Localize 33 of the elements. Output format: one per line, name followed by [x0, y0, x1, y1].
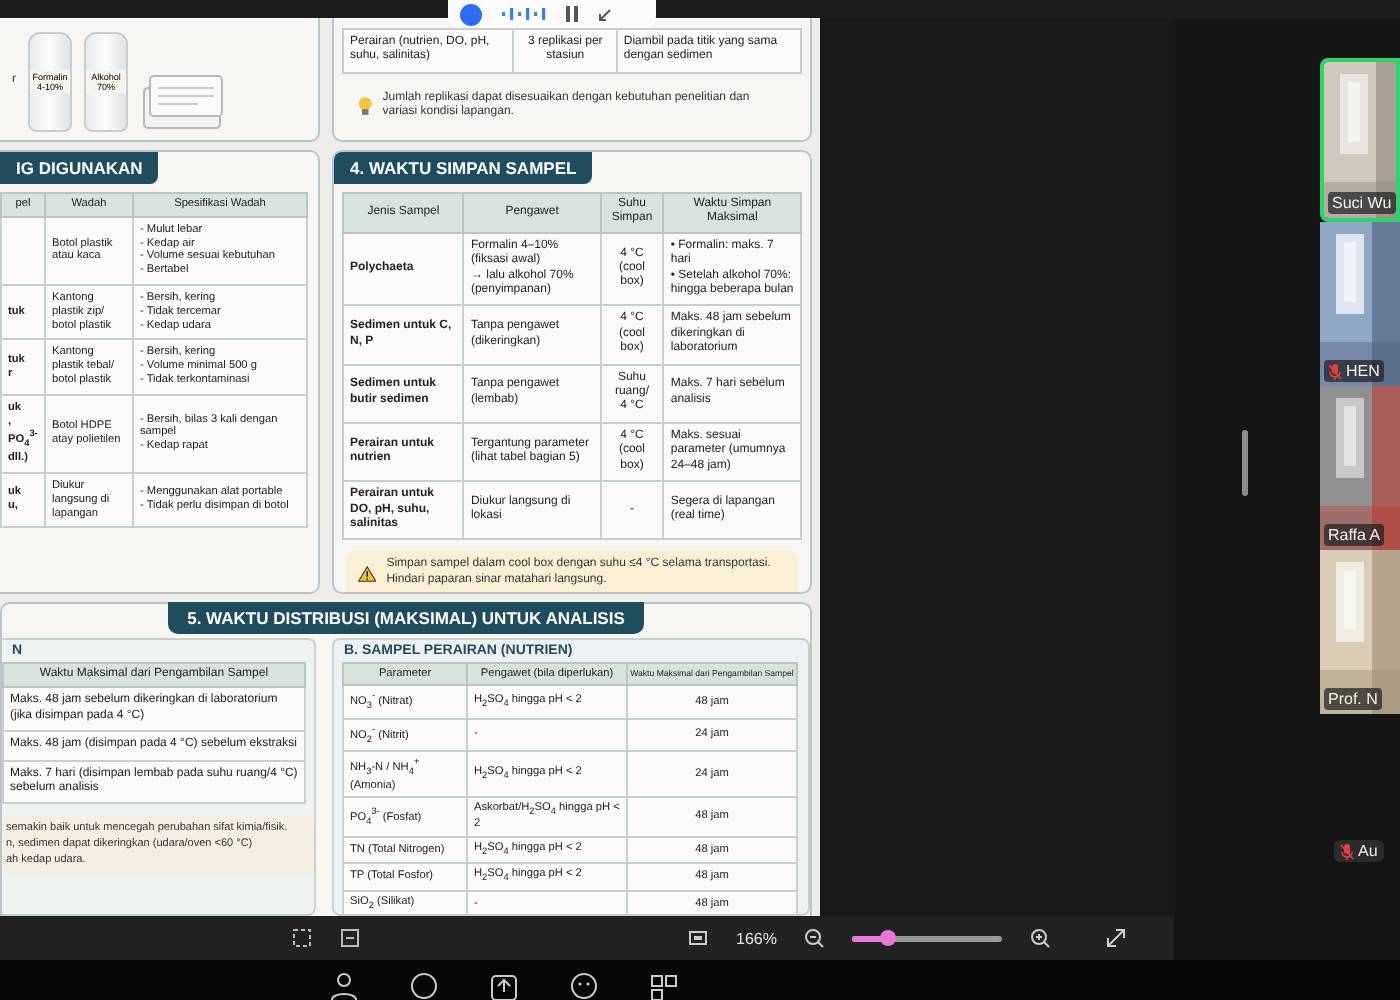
pause-icon[interactable]: [566, 6, 578, 22]
lightbulb-icon: [358, 94, 373, 119]
zoom-out-icon[interactable]: [804, 928, 825, 948]
video-tile[interactable]: Suci Wu: [1320, 58, 1400, 222]
app-logo-icon[interactable]: [460, 3, 482, 25]
warning-icon: [358, 561, 377, 586]
reaction-icon[interactable]: [570, 968, 598, 1000]
video-tile[interactable]: Raffa A: [1320, 386, 1400, 550]
screen-icon[interactable]: [340, 928, 360, 948]
muted-mic-icon: [1340, 843, 1354, 859]
muted-mic-icon: [1328, 363, 1342, 379]
minimize-icon[interactable]: [598, 7, 612, 21]
expand-icon[interactable]: [1106, 928, 1127, 948]
section-title: IG DIGUNAKAN: [0, 152, 159, 184]
participant-name: Prof. N: [1328, 690, 1378, 708]
crop-icon[interactable]: [292, 928, 312, 948]
people-icon[interactable]: [330, 968, 358, 1000]
participant-name: HEN: [1346, 362, 1380, 380]
zoom-slider[interactable]: [852, 935, 1003, 941]
video-tile[interactable]: Prof. N: [1320, 550, 1400, 714]
participant-name: Au: [1358, 842, 1378, 860]
resize-handle[interactable]: [1242, 430, 1248, 496]
video-tile[interactable]: HEN: [1320, 222, 1400, 386]
zoom-in-icon[interactable]: [1030, 928, 1051, 948]
section-title: 5. WAKTU DISTRIBUSI (MAKSIMAL) UNTUK ANALISIS: [167, 602, 645, 634]
participant-name: Raffa A: [1328, 526, 1381, 544]
zoom-percentage[interactable]: 166%: [736, 929, 777, 947]
fit-screen-icon[interactable]: [688, 928, 708, 948]
participant-name: Suci Wu: [1332, 194, 1392, 212]
audio-wave-icon[interactable]: [502, 6, 546, 22]
label-cards-icon: [140, 72, 228, 132]
slider-thumb[interactable]: [880, 929, 897, 945]
section-title: 4. WAKTU SIMPAN SAMPEL: [334, 152, 593, 184]
